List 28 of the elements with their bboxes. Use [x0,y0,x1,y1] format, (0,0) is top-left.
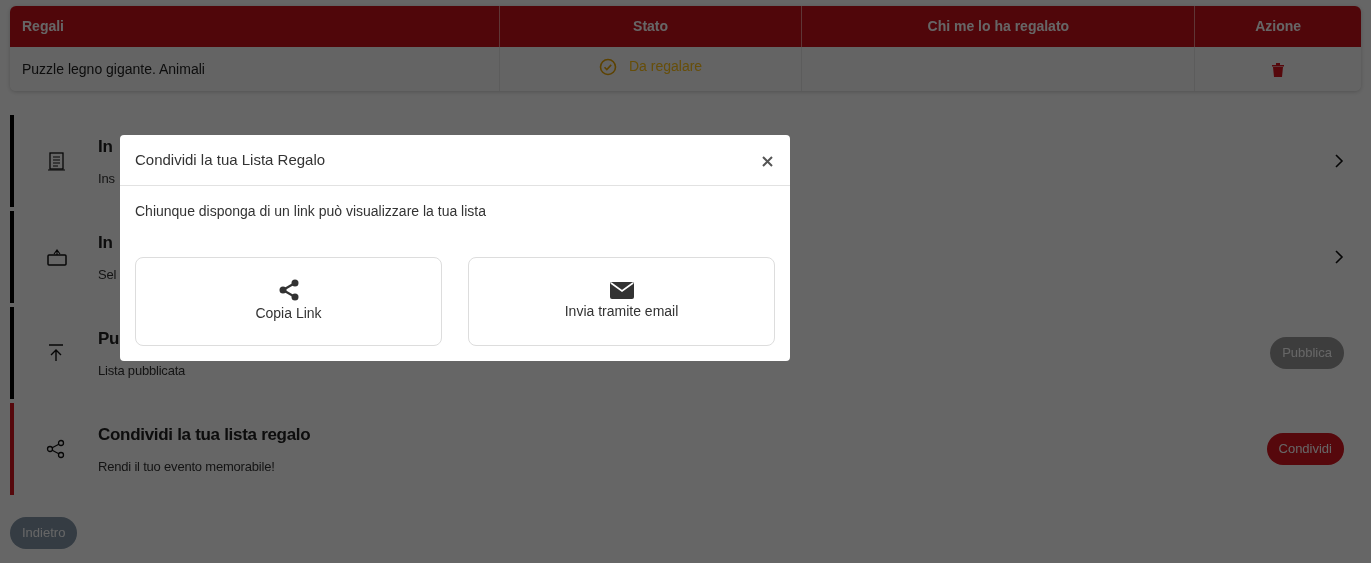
step-title: Condividi la tua lista regalo [98,423,312,446]
column-header: Azione [1194,6,1361,47]
status-label: Da regalare [629,57,703,77]
share-icon [278,279,299,301]
step-subtitle: Sel [98,266,118,284]
dialog-title: Condividi la tua Lista Regalo [135,149,326,170]
column-header: Chi me lo ha regalato [801,6,1195,47]
share-option-button[interactable]: Invia tramite email [468,257,775,346]
dialog-text: Chiunque disponga di un link può visualizzare la tua lista [135,202,487,221]
share-option-button[interactable]: Copia Link [135,257,442,346]
step-subtitle: Ins [98,170,116,188]
step-title: In [98,135,114,158]
chevron-right-icon [1335,250,1344,264]
delete-button[interactable] [1272,62,1285,77]
column-header: Regali [10,6,500,47]
table-cell: Puzzle legno gigante. Animali [10,47,500,91]
step-button[interactable]: Condividi [1266,433,1344,465]
document-icon [45,151,67,171]
share-icon [45,439,67,459]
check-circle-icon [599,57,617,76]
gift-icon [45,247,67,267]
step-title: In [98,231,114,254]
step-title: Pu [98,327,121,350]
step-subtitle: Rendi il tuo evento memorabile! [98,458,276,476]
envelope-icon [609,281,634,299]
chevron-right-icon [1335,154,1344,168]
step-subtitle: Lista pubblicata [98,362,187,380]
column-header: Stato [499,6,802,47]
